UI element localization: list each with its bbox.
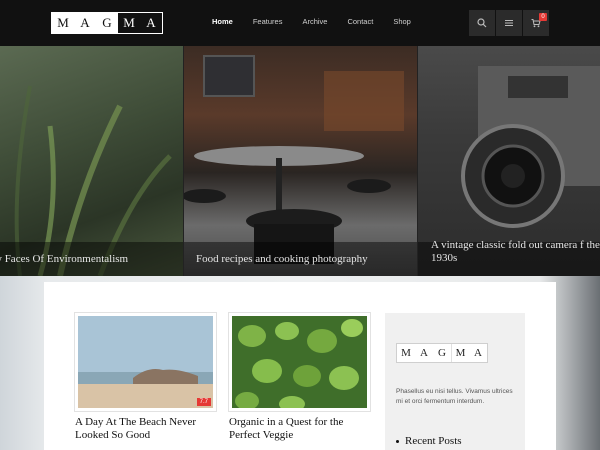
cart-count-badge: 0 (539, 13, 547, 21)
post-card[interactable]: Organic in a Quest for the Perfect Veggi… (229, 313, 370, 442)
slide-caption: w Faces Of Environmentalism (0, 253, 129, 265)
beach-image (78, 316, 213, 408)
site-logo[interactable]: M A G M A (51, 12, 163, 34)
post-title[interactable]: Organic in a Quest for the Perfect Veggi… (229, 416, 370, 442)
logo-letter: A (74, 13, 96, 33)
nav-home[interactable]: Home (212, 17, 233, 26)
post-thumbnail[interactable]: 7.7 (75, 313, 216, 411)
nav-contact[interactable]: Contact (347, 17, 373, 26)
nav-shop[interactable]: Shop (393, 17, 411, 26)
search-button[interactable] (469, 10, 495, 36)
content-panel: 7.7 A Day At The Beach Never Looked So G… (44, 282, 556, 450)
cart-button[interactable]: 0 (523, 10, 549, 36)
slide-caption: A vintage classic fold out camera f the … (431, 239, 600, 264)
post-title[interactable]: A Day At The Beach Never Looked So Good (75, 416, 216, 442)
logo-letter: M (451, 344, 469, 362)
logo-letter: M (52, 13, 74, 33)
recent-posts-heading: Recent Posts (396, 435, 462, 447)
slide-environment[interactable]: w Faces Of Environmentalism (0, 46, 183, 276)
logo-letter: G (433, 344, 451, 362)
logo-letter: A (415, 344, 433, 362)
logo-letter: M (397, 344, 415, 362)
main-nav: Home Features Archive Contact Shop (212, 17, 431, 26)
logo-letter: A (469, 344, 487, 362)
sidebar: M A G M A Phasellus eu nisi tellus. Viva… (385, 313, 525, 450)
site-header: M A G M A Home Features Archive Contact … (0, 0, 600, 46)
bullet-icon (396, 439, 399, 443)
post-thumbnail[interactable] (229, 313, 370, 411)
slide-food[interactable]: Food recipes and cooking photography (184, 46, 417, 276)
recent-posts-label: Recent Posts (405, 435, 462, 447)
logo-letter: A (140, 13, 162, 33)
post-card[interactable]: 7.7 A Day At The Beach Never Looked So G… (75, 313, 216, 442)
slide-caption: Food recipes and cooking photography (196, 253, 368, 265)
logo-letter: M (118, 13, 140, 33)
sidebar-logo: M A G M A (396, 343, 488, 363)
nav-archive[interactable]: Archive (302, 17, 327, 26)
nav-features[interactable]: Features (253, 17, 283, 26)
sidebar-about-text: Phasellus eu nisi tellus. Vivamus ultric… (396, 388, 513, 405)
hero-slider: w Faces Of Environmentalism Food recipes… (0, 46, 600, 276)
header-tools: 0 (469, 10, 550, 36)
menu-icon (505, 20, 513, 26)
logo-letter: G (96, 13, 118, 33)
veggie-image (232, 316, 367, 408)
menu-button[interactable] (496, 10, 522, 36)
search-icon (477, 18, 487, 28)
rating-badge: 7.7 (196, 398, 211, 406)
slide-camera[interactable]: A vintage classic fold out camera f the … (418, 46, 600, 276)
